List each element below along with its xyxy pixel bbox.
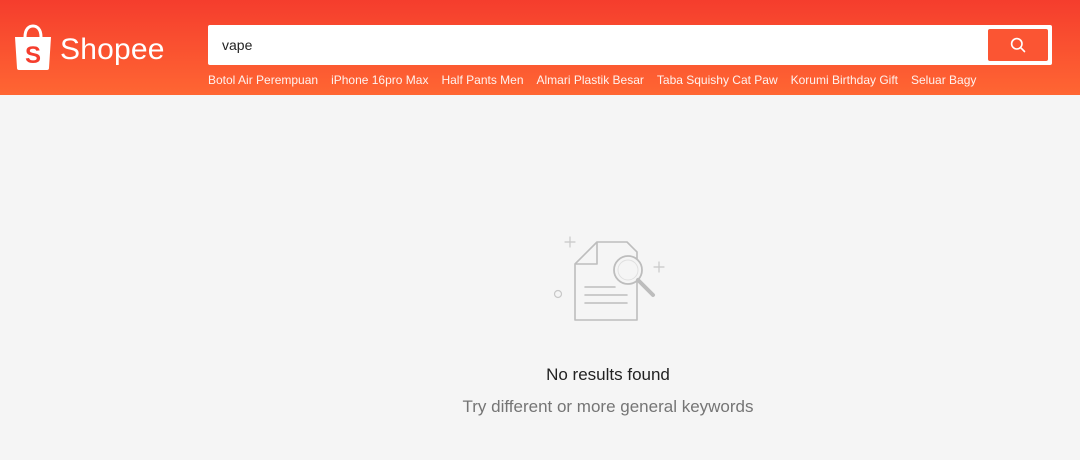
search-suggestions: Botol Air Perempuan iPhone 16pro Max Hal… <box>208 73 989 87</box>
suggestion-link[interactable]: Korumi Birthday Gift <box>791 73 898 87</box>
shopee-logo[interactable]: S Shopee <box>12 24 165 72</box>
search-icon <box>1010 37 1026 53</box>
suggestion-link[interactable]: Almari Plastik Besar <box>537 73 644 87</box>
site-header: S Shopee Botol Air Perempuan iPhone 16pr… <box>0 0 1080 95</box>
svg-text:S: S <box>25 42 41 69</box>
shopping-bag-icon: S <box>15 24 51 70</box>
empty-state-title: No results found <box>546 365 670 384</box>
search-bar <box>208 25 1052 65</box>
suggestion-link[interactable]: iPhone 16pro Max <box>331 73 428 87</box>
suggestion-link[interactable]: Taba Squishy Cat Paw <box>657 73 778 87</box>
search-input[interactable] <box>208 25 978 65</box>
brand-name: Shopee <box>60 33 165 66</box>
empty-state-subtitle: Try different or more general keywords <box>462 397 754 416</box>
suggestion-link[interactable]: Seluar Bagy <box>911 73 976 87</box>
suggestion-link[interactable]: Botol Air Perempuan <box>208 73 318 87</box>
suggestion-link[interactable]: Half Pants Men <box>441 73 523 87</box>
search-button[interactable] <box>988 29 1048 61</box>
no-results-illustration-icon <box>553 236 665 321</box>
empty-state: No results found Try different or more g… <box>0 95 1080 460</box>
